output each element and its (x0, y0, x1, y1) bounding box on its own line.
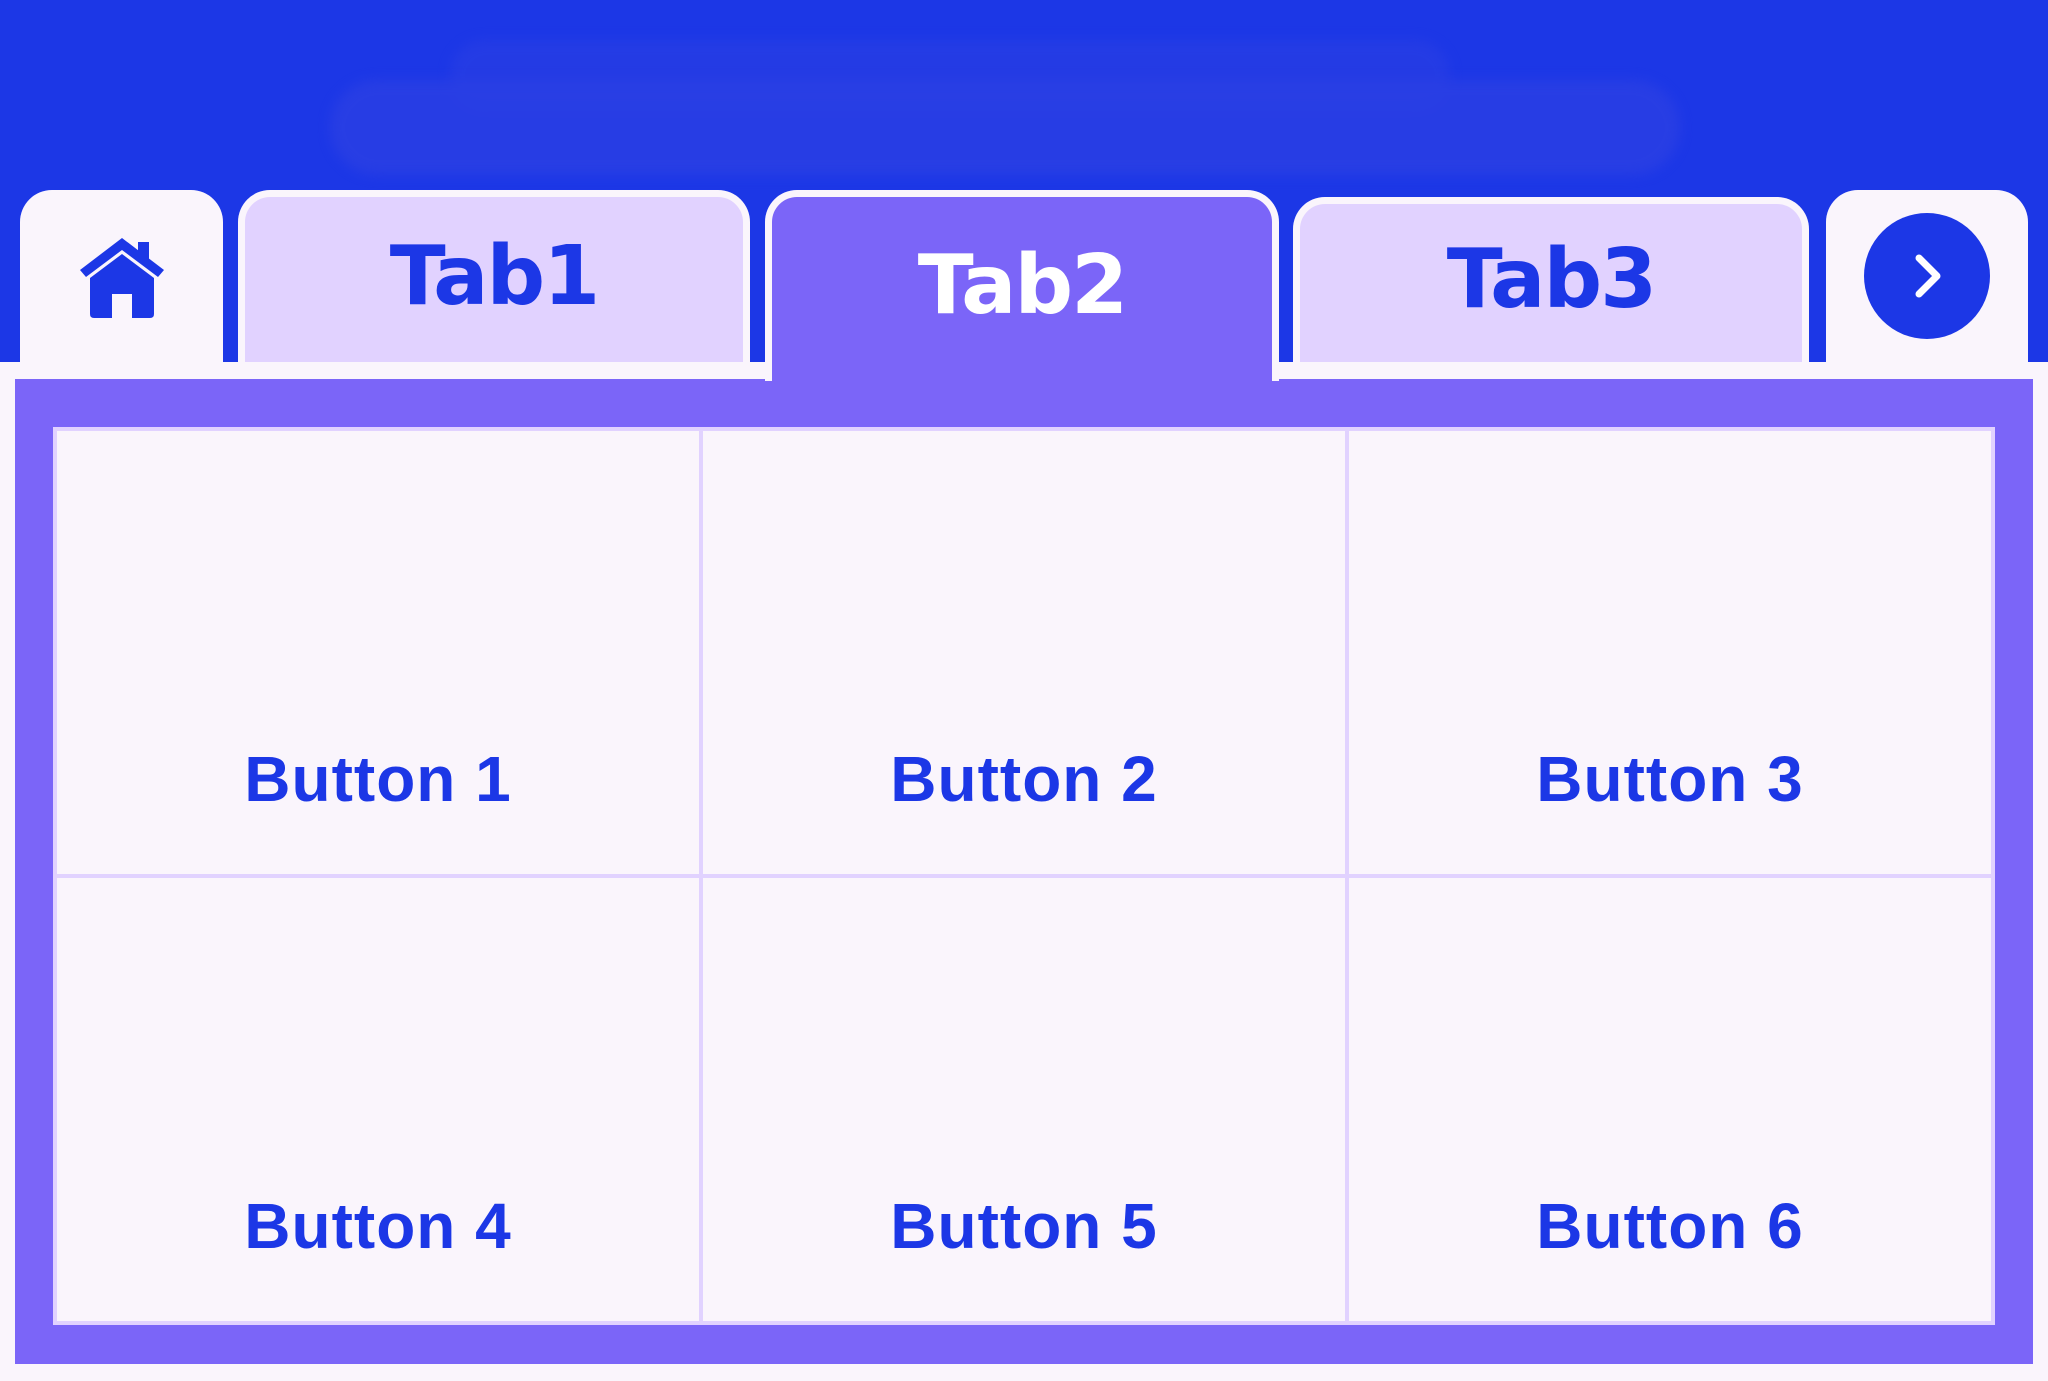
tab-3[interactable]: Tab3 (1293, 197, 1809, 362)
home-icon (72, 226, 172, 326)
tab-1[interactable]: Tab1 (238, 190, 750, 362)
button-label: Button 5 (890, 1190, 1158, 1262)
button-1[interactable]: Button 1 (57, 431, 699, 874)
next-tab-button[interactable] (1826, 190, 2028, 362)
app-screen: Tab1 Tab2 Tab3 Button 1 Button 2 Button … (0, 0, 2048, 1381)
tab-label: Tab1 (389, 228, 600, 324)
button-3[interactable]: Button 3 (1349, 431, 1991, 874)
button-6[interactable]: Button 6 (1349, 878, 1991, 1321)
tab-label: Tab3 (1446, 232, 1657, 327)
button-2[interactable]: Button 2 (703, 431, 1345, 874)
button-label: Button 2 (890, 743, 1158, 815)
tab-content-panel: Button 1 Button 2 Button 3 Button 4 Butt… (15, 379, 2033, 1364)
button-label: Button 4 (244, 1190, 512, 1262)
button-label: Button 1 (244, 743, 512, 815)
tab-home[interactable] (20, 190, 223, 362)
button-label: Button 3 (1536, 743, 1804, 815)
button-grid: Button 1 Button 2 Button 3 Button 4 Butt… (53, 427, 1995, 1325)
button-5[interactable]: Button 5 (703, 878, 1345, 1321)
chevron-right-icon (1915, 254, 1941, 298)
tab-label: Tab2 (917, 238, 1128, 333)
button-label: Button 6 (1536, 1190, 1804, 1262)
next-circle (1864, 213, 1990, 339)
blurred-subtitle (330, 80, 1680, 175)
tab-2[interactable]: Tab2 (765, 190, 1279, 381)
button-4[interactable]: Button 4 (57, 878, 699, 1321)
